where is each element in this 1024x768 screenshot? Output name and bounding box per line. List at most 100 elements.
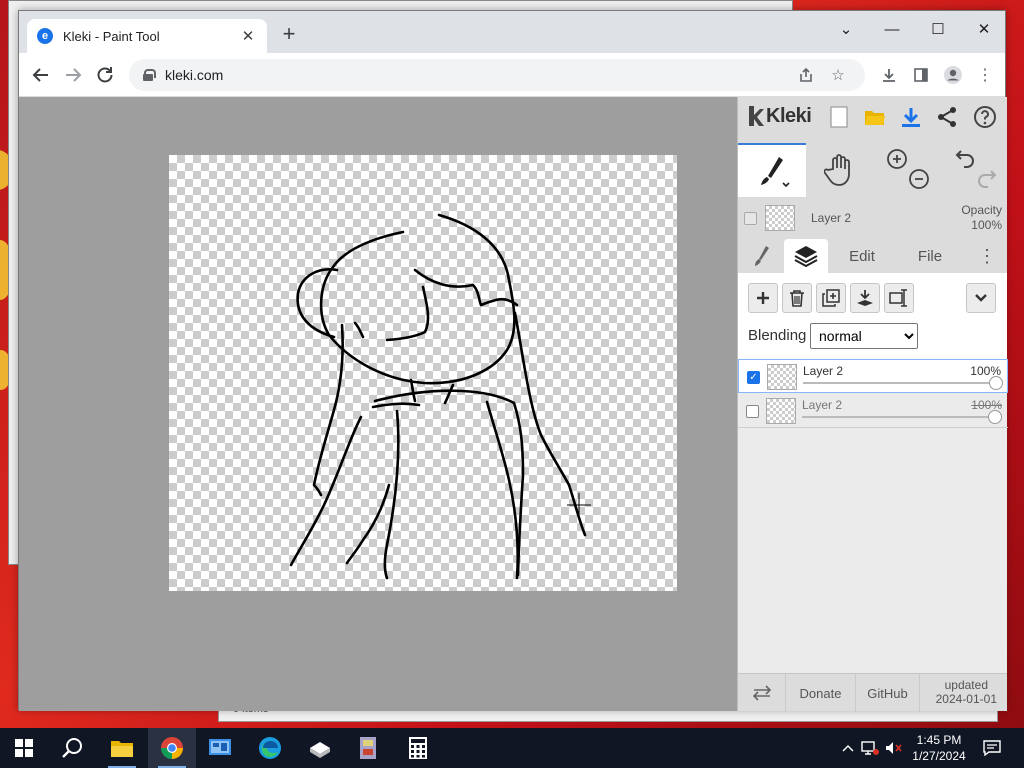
edge-favicon-icon: e [37, 28, 53, 44]
brush-tool-button[interactable] [738, 143, 806, 197]
slider-knob[interactable] [989, 376, 1003, 390]
start-button[interactable] [0, 728, 48, 768]
clock-time: 1:45 PM [916, 733, 962, 747]
open-folder-icon[interactable] [862, 104, 888, 130]
layer-visibility-checkbox[interactable]: ✓ [747, 371, 760, 384]
new-tab-button[interactable]: + [277, 23, 301, 47]
download-icon[interactable] [877, 63, 901, 87]
layer-preview-name: Layer 2 [811, 211, 852, 225]
archive-app[interactable] [344, 728, 392, 768]
kleki-app: Kleki Layer 2 Opacity 100% Edit File ⋮ B… [19, 97, 1008, 712]
forward-button[interactable] [59, 61, 87, 89]
volume-muted-icon[interactable] [884, 738, 904, 758]
file-explorer-app[interactable] [98, 728, 146, 768]
layer-name: Layer 2 [803, 364, 844, 378]
layer-thumbnail [767, 364, 797, 390]
blending-select[interactable]: normal [810, 323, 918, 349]
taskbar-clock[interactable]: 1:45 PM 1/27/2024 [902, 732, 976, 764]
layer-visibility-checkbox[interactable] [746, 405, 759, 418]
chrome-app[interactable] [148, 728, 196, 768]
search-button[interactable] [48, 728, 96, 768]
reload-button[interactable] [91, 61, 119, 89]
duplicate-icon [822, 289, 840, 307]
brush-small-icon [755, 246, 769, 266]
swap-arrows-icon [752, 685, 771, 701]
layer-row[interactable]: ✓ Layer 2 100% [738, 359, 1008, 393]
merge-down-button[interactable] [850, 283, 880, 313]
notification-icon[interactable] [982, 738, 1002, 758]
tab-layers[interactable] [784, 239, 828, 273]
layer-opacity-slider[interactable] [802, 410, 1002, 424]
bookmark-star-icon[interactable]: ☆ [825, 62, 851, 88]
current-layer-preview[interactable]: Layer 2 Opacity 100% [744, 201, 1002, 235]
layer-preview-opacity: Opacity 100% [961, 203, 1002, 233]
profile-avatar-icon[interactable] [941, 63, 965, 87]
url-text[interactable]: kleki.com [165, 67, 787, 83]
side-panel-icon[interactable] [909, 63, 933, 87]
zoom-buttons[interactable] [874, 143, 942, 197]
control-panel-app[interactable] [196, 728, 244, 768]
save-download-icon[interactable] [898, 104, 924, 130]
calculator-app[interactable] [394, 728, 442, 768]
kleki-logo-text: Kleki [766, 104, 812, 127]
donate-link[interactable]: Donate [786, 674, 856, 712]
updated-info: updated 2024-01-01 [936, 678, 997, 706]
edge-icon [259, 737, 281, 759]
duplicate-layer-button[interactable] [816, 283, 846, 313]
github-link[interactable]: GitHub [856, 674, 920, 712]
updated-label: updated [944, 678, 988, 692]
blending-label: Blending [748, 327, 807, 344]
minimize-button[interactable]: — [869, 15, 915, 43]
tab-strip: e Kleki - Paint Tool ✕ + ⌄ — ☐ ✕ [19, 11, 1005, 53]
tab-close-icon[interactable]: ✕ [239, 27, 257, 45]
canvas-area[interactable] [19, 97, 737, 711]
tab-search-button[interactable]: ⌄ [823, 15, 869, 43]
tray-chevron-up-icon[interactable] [838, 738, 858, 758]
tab-kleki[interactable]: e Kleki - Paint Tool ✕ [27, 19, 267, 53]
share-icon[interactable] [793, 62, 819, 88]
back-button[interactable] [27, 61, 55, 89]
maximize-button[interactable]: ☐ [915, 15, 961, 43]
close-window-button[interactable]: ✕ [961, 15, 1007, 43]
layer-actions: Blending normal [738, 273, 1007, 359]
tab-file[interactable]: File [902, 239, 958, 273]
clock-date: 1/27/2024 [912, 749, 966, 763]
layer-thumbnail [766, 398, 796, 424]
address-bar[interactable]: kleki.com ☆ [129, 59, 865, 91]
merge-down-icon [857, 290, 873, 306]
drawing-canvas[interactable] [169, 155, 677, 591]
reload-icon [97, 67, 113, 83]
expand-options-button[interactable] [966, 283, 996, 313]
layer-preview-checkbox[interactable] [744, 211, 757, 225]
layer-row[interactable]: Layer 2 100% [738, 394, 1008, 428]
tab-brush-settings[interactable] [738, 239, 784, 273]
opacity-label: Opacity [961, 203, 1002, 217]
help-icon[interactable] [972, 104, 998, 130]
slider-knob[interactable] [988, 410, 1002, 424]
layers-icon [794, 246, 818, 267]
kleki-logo-icon [749, 106, 764, 126]
sketch-strokes [289, 213, 591, 580]
layer-opacity-slider[interactable] [803, 376, 1003, 390]
tab-title: Kleki - Paint Tool [63, 28, 160, 44]
add-layer-button[interactable] [748, 283, 778, 313]
edge-app[interactable] [246, 728, 294, 768]
network-icon[interactable] [860, 738, 880, 758]
app-taskbar-item[interactable] [296, 728, 344, 768]
rename-layer-button[interactable] [884, 283, 914, 313]
arrow-right-icon [66, 68, 82, 82]
undo-redo-buttons[interactable] [942, 143, 1010, 197]
hand-tool-button[interactable] [806, 143, 874, 197]
tab-edit[interactable]: Edit [834, 239, 890, 273]
more-options-icon[interactable]: ⋮ [974, 239, 1000, 273]
panel-header: Kleki [738, 97, 1007, 135]
share-nodes-icon[interactable] [934, 104, 960, 130]
swap-side-button[interactable] [738, 674, 786, 712]
folder-icon [111, 741, 133, 757]
new-image-icon[interactable] [826, 104, 852, 130]
menu-kebab-icon[interactable]: ⋮ [973, 63, 997, 87]
kleki-logo[interactable]: Kleki [746, 104, 812, 128]
brush-icon [761, 157, 790, 188]
delete-layer-button[interactable] [782, 283, 812, 313]
browser-toolbar: kleki.com ☆ ⋮ [19, 53, 1005, 97]
